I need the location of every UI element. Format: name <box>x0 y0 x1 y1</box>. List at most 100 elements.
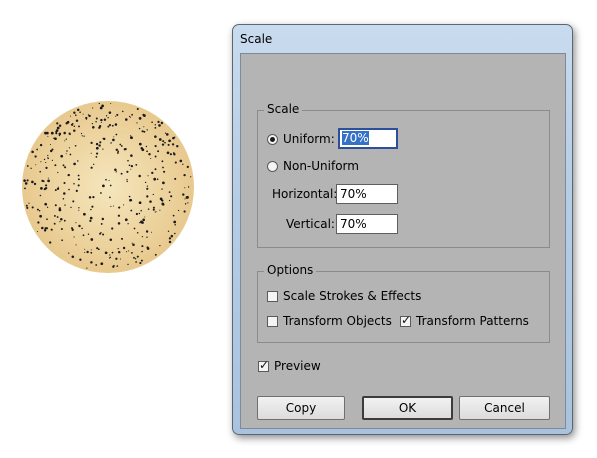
speckle-dot <box>26 179 29 182</box>
speckle-dot <box>100 192 102 194</box>
speckle-dot <box>146 187 149 190</box>
speckle-dot <box>183 210 186 213</box>
speckle-dot <box>108 257 111 259</box>
speckle-dot <box>60 154 64 158</box>
non-uniform-radio[interactable]: Non-Uniform <box>267 159 359 173</box>
speckle-dot <box>73 111 76 114</box>
speckle-dot <box>146 247 150 250</box>
speckle-dot <box>101 217 105 221</box>
speckle-dot <box>142 218 145 222</box>
speckle-dot <box>170 234 174 238</box>
uniform-radio-indicator[interactable] <box>267 133 278 145</box>
speckle-dot <box>73 183 75 185</box>
horizontal-label: Horizontal: <box>272 187 338 201</box>
uniform-label: Uniform: <box>283 132 335 146</box>
speckle-dot <box>152 193 154 196</box>
speckle-dot <box>109 196 111 199</box>
speckle-dot <box>158 138 162 141</box>
speckle-dot <box>154 155 157 158</box>
speckle-dot <box>122 110 124 113</box>
speckle-dot <box>65 138 67 140</box>
speckle-dot <box>154 124 156 126</box>
speckle-dot <box>116 151 119 154</box>
speckle-dot <box>96 152 99 155</box>
speckle-dot <box>62 164 65 167</box>
horizontal-value: 70% <box>340 187 367 201</box>
speckle-dot <box>92 196 95 199</box>
speckle-dot <box>31 180 34 184</box>
speckle-dot <box>78 207 80 209</box>
speckle-dot <box>177 209 180 212</box>
speckle-dot <box>54 189 57 192</box>
speckle-dot <box>47 157 49 159</box>
speckle-dot <box>133 227 136 230</box>
speckle-dot <box>174 161 177 164</box>
scale-strokes-check-box[interactable] <box>267 290 278 302</box>
speckle-dot <box>144 216 146 218</box>
speckle-dot <box>107 117 109 119</box>
speckle-dot <box>80 132 83 135</box>
speckle-dot <box>66 150 68 152</box>
speckle-dot <box>31 150 34 154</box>
speckle-dot <box>159 244 161 247</box>
dialog-body: Scale Uniform: 70% Non-Uniform Horizonta… <box>240 53 566 429</box>
speckle-dot <box>130 209 133 212</box>
speckle-dot <box>131 242 133 244</box>
speckle-dot <box>77 178 80 181</box>
non-uniform-radio-indicator[interactable] <box>267 160 278 172</box>
speckle-dot <box>44 187 48 190</box>
speckle-dot <box>110 102 112 105</box>
speckle-dot <box>168 237 172 240</box>
speckle-dot <box>115 148 119 152</box>
horizontal-input[interactable]: 70% <box>336 184 398 204</box>
speckle-dot <box>111 227 114 230</box>
preview-checkbox[interactable]: Preview <box>258 358 321 373</box>
speckle-dot <box>102 233 105 236</box>
preview-check-box[interactable] <box>258 358 269 372</box>
speckle-dot <box>113 136 115 138</box>
speckle-dot <box>43 229 47 232</box>
speckle-dot <box>37 221 40 224</box>
speckle-dot <box>138 127 141 130</box>
speckle-dot <box>157 120 160 123</box>
transform-objects-checkbox[interactable]: Transform Objects <box>267 314 392 328</box>
transform-patterns-check-box[interactable] <box>400 313 411 327</box>
cancel-button[interactable]: Cancel <box>459 396 550 420</box>
vertical-input[interactable]: 70% <box>336 214 398 234</box>
speckle-dot <box>145 230 149 233</box>
transform-objects-check-box[interactable] <box>267 315 278 327</box>
transform-patterns-checkbox[interactable]: Transform Patterns <box>400 313 529 328</box>
speckle-dot <box>45 227 49 230</box>
speckle-dot <box>115 171 117 173</box>
speckled-circle[interactable] <box>0 0 230 458</box>
speckle-dot <box>161 160 164 163</box>
speckle-dot <box>49 149 53 153</box>
speckle-dot <box>103 137 106 141</box>
title-bar[interactable]: Scale <box>233 25 572 53</box>
speckle-dot <box>64 204 66 206</box>
speckle-dot <box>62 198 65 200</box>
speckle-dot <box>73 125 76 128</box>
uniform-radio[interactable]: Uniform: <box>267 132 335 146</box>
speckle-dot <box>93 163 95 165</box>
speckle-dot <box>151 121 153 123</box>
speckle-dot <box>50 131 54 135</box>
speckle-dot <box>25 204 28 207</box>
speckle-dot <box>78 209 80 211</box>
speckle-dot <box>147 208 150 210</box>
speckle-dot <box>184 187 186 189</box>
speckle-dot <box>33 182 37 186</box>
uniform-input[interactable]: 70% <box>338 128 398 149</box>
speckle-dot <box>79 111 81 113</box>
speckle-dot <box>125 118 128 121</box>
speckle-dot <box>90 152 92 154</box>
speckle-dot <box>43 158 46 161</box>
speckle-dot <box>148 153 151 156</box>
ok-button[interactable]: OK <box>362 396 453 420</box>
speckle-dot <box>173 220 177 224</box>
copy-button[interactable]: Copy <box>257 396 345 420</box>
scale-strokes-checkbox[interactable]: Scale Strokes & Effects <box>267 289 421 303</box>
speckle-dot <box>141 130 144 133</box>
speckle-dot <box>72 200 75 203</box>
speckle-dot <box>111 251 114 254</box>
